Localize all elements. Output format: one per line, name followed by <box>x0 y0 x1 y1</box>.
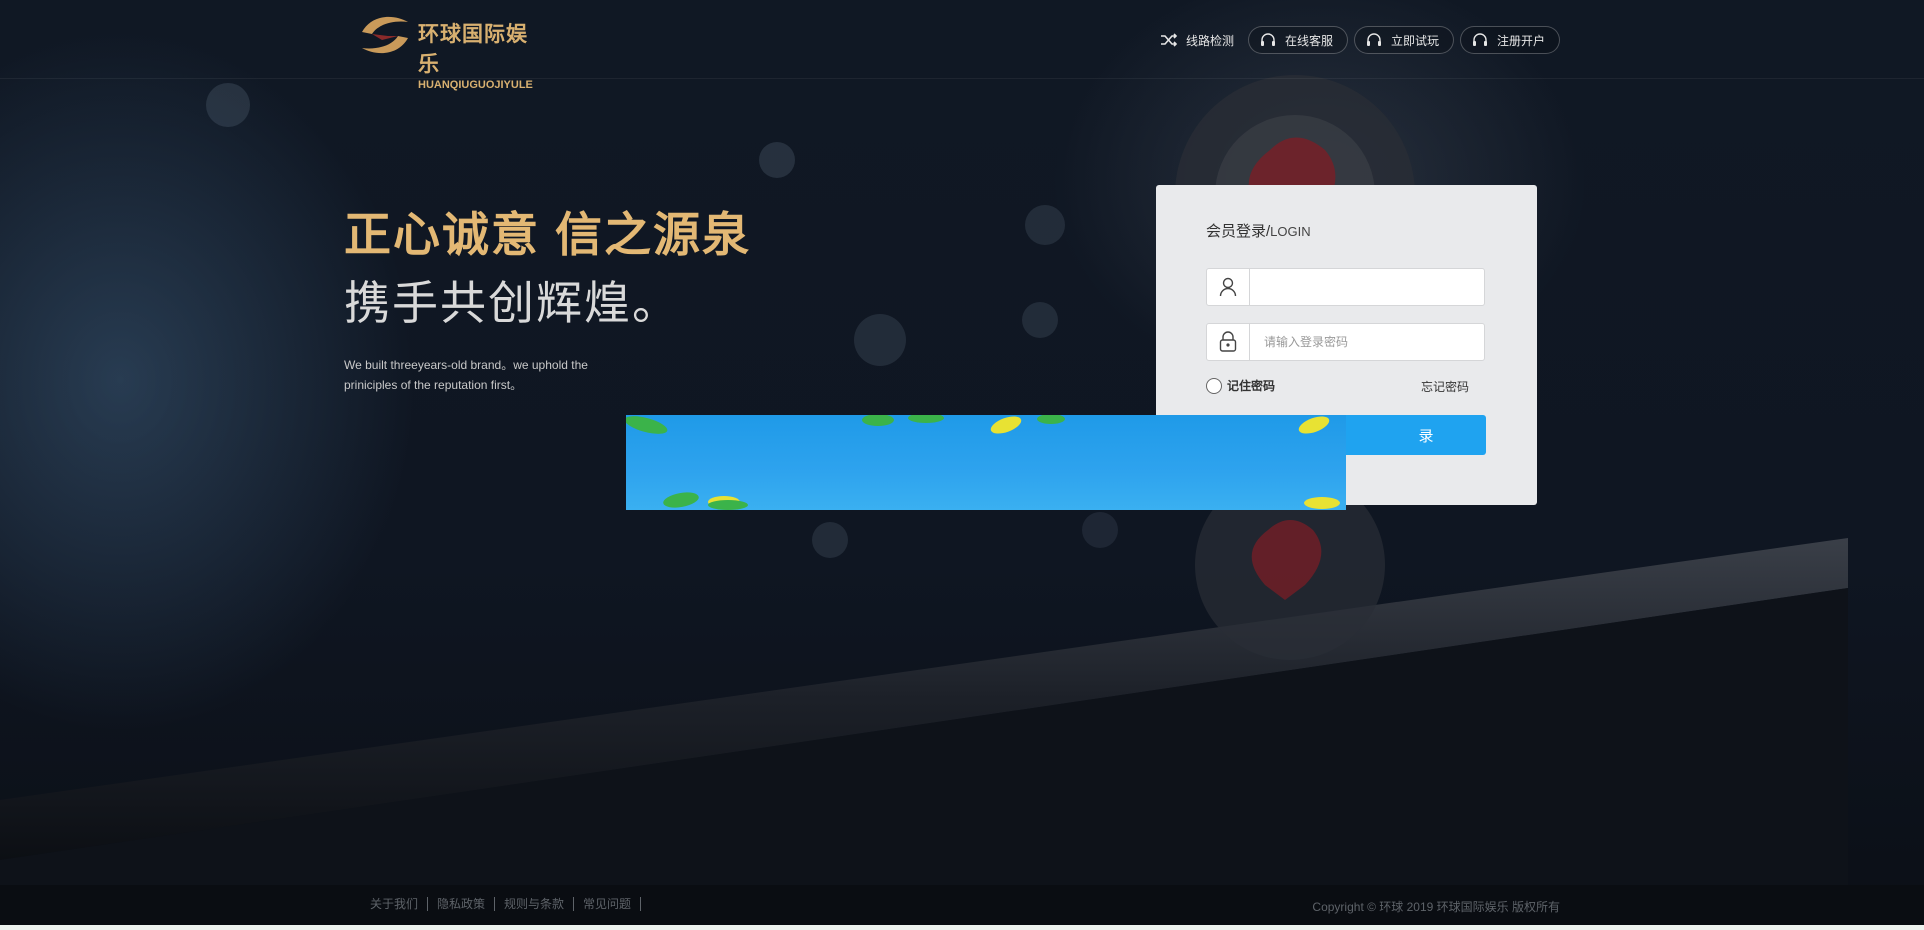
overlay-banner[interactable] <box>626 415 1346 510</box>
slogan-english-line: We built threeyears-old brand。we uphold … <box>344 358 588 372</box>
brand-logo[interactable]: 环球国际娱乐 HUANQIUGUOJIYULE <box>358 12 548 91</box>
headset-icon <box>1471 32 1489 48</box>
login-title-cn: 会员登录/ <box>1206 223 1271 240</box>
slogan-headline: 正心诚意 信之源泉 <box>344 208 752 261</box>
nav-line-check[interactable]: 线路检测 <box>1160 26 1242 54</box>
copyright-text: Copyright © 环球 2019 环球国际娱乐 版权所有 <box>1312 900 1560 914</box>
username-input[interactable] <box>1250 269 1496 305</box>
headset-icon <box>1259 32 1277 48</box>
lock-icon <box>1207 324 1250 360</box>
nav-free-trial[interactable]: 立即试玩 <box>1353 26 1454 54</box>
remember-password[interactable]: 记住密码 <box>1206 377 1275 394</box>
password-field <box>1206 323 1496 361</box>
forgot-password-link[interactable]: 忘记密码 <box>1421 378 1469 395</box>
slogan-english: We built threeyears-old brand。we uphold … <box>344 355 634 395</box>
user-icon <box>1207 269 1250 305</box>
nav-label: 线路检测 <box>1185 33 1234 48</box>
password-input[interactable] <box>1250 324 1496 360</box>
footer-link-privacy[interactable]: 隐私政策 <box>428 897 496 911</box>
nav-label: 在线客服 <box>1284 33 1333 48</box>
footer-link-terms[interactable]: 规则与条款 <box>495 897 575 911</box>
logo-mark-icon <box>362 16 408 54</box>
headset-icon <box>1365 32 1383 48</box>
leaf-decoration <box>626 415 1340 510</box>
nav-register[interactable]: 注册开户 <box>1459 26 1560 54</box>
footer-link-about[interactable]: 关于我们 <box>370 897 429 911</box>
login-button-label: 录 <box>1418 427 1434 445</box>
top-header: 环球国际娱乐 HUANQIUGUOJIYULE 线路检测 在线客服 立即试玩 注… <box>0 0 1924 91</box>
logo-text: 环球国际娱乐 HUANQIUGUOJIYULE <box>418 18 548 91</box>
login-title: 会员登录/LOGIN <box>1206 220 1311 241</box>
nav-online-service[interactable]: 在线客服 <box>1247 26 1348 54</box>
remember-radio[interactable] <box>1206 377 1222 394</box>
slogan-subheadline: 携手共创辉煌。 <box>344 277 680 329</box>
logo-title: 环球国际娱乐 <box>418 23 528 76</box>
username-field <box>1206 268 1496 306</box>
hero-slogan: 正心诚意 信之源泉 携手共创辉煌。 We built threeyears-ol… <box>344 196 751 395</box>
footer-link-faq[interactable]: 常见问题 <box>574 897 642 911</box>
top-nav: 线路检测 在线客服 立即试玩 注册开户 <box>1160 25 1560 55</box>
nav-label: 注册开户 <box>1496 33 1545 48</box>
logo-subtitle: HUANQIUGUOJIYULE <box>418 79 533 91</box>
bottom-divider <box>0 925 1924 930</box>
nav-label: 立即试玩 <box>1390 33 1439 48</box>
footer-links: 关于我们 隐私政策 规则与条款 常见问题 <box>370 897 642 911</box>
shuffle-icon <box>1160 32 1178 48</box>
remember-label: 记住密码 <box>1227 379 1276 393</box>
slogan-english-line: priniciples of the reputation first。 <box>344 378 523 392</box>
login-title-en: LOGIN <box>1270 224 1311 239</box>
footer: 关于我们 隐私政策 规则与条款 常见问题 Copyright © 环球 2019… <box>0 885 1924 925</box>
